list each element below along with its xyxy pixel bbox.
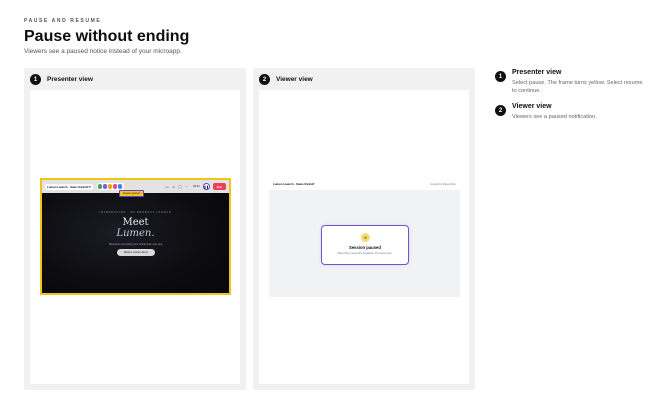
page-subtitle: Viewers see a paused notice instead of y…	[24, 48, 182, 55]
session-title-dropdown[interactable]: Lumen Launch · Sales Kickoff ▾	[45, 183, 93, 190]
book-demo-button[interactable]: Book a Lumen demo	[117, 249, 155, 256]
participant-avatars[interactable]	[96, 183, 124, 190]
presenter-canvas: Lumen Launch · Sales Kickoff ▾ ▭ ☺ ▢ ⋯ 0…	[30, 90, 240, 384]
presenter-screen: Lumen Launch · Sales Kickoff ▾ ▭ ☺ ▢ ⋯ 0…	[40, 178, 231, 295]
avatar	[102, 184, 108, 189]
step-item: 1 Presenter view Select pause. The frame…	[495, 69, 645, 95]
avatar	[117, 184, 123, 189]
paused-notice-subtitle: Maya Chen paused the broadcast. It'll re…	[337, 252, 393, 255]
viewer-panel: 2 Viewer view Lumen Launch · Sales Kicko…	[253, 68, 475, 390]
stage-eyebrow: INTRODUCING · Q3 PRODUCT LAUNCH	[99, 211, 172, 214]
step-number-badge: 1	[495, 71, 506, 82]
presenter-panel: 1 Presenter view Lumen Launch · Sales Ki…	[24, 68, 246, 390]
microapp-stage: INTRODUCING · Q3 PRODUCT LAUNCH Meet Lum…	[42, 193, 229, 293]
people-icon[interactable]: ☺	[172, 185, 176, 189]
step-number-badge: 1	[30, 74, 41, 85]
panel-title: Viewer view	[276, 76, 313, 83]
paused-notice-title: Session paused	[349, 245, 381, 250]
stage-headline-italic: Lumen.	[116, 228, 155, 239]
paused-notice: II Session paused Maya Chen paused the b…	[321, 225, 409, 265]
end-button[interactable]: End	[212, 183, 226, 190]
avatar	[112, 184, 118, 189]
chat-icon[interactable]: ▢	[178, 185, 181, 189]
presenter-panel-header: 1 Presenter view	[30, 74, 93, 85]
viewer-topbar: Lumen Launch · Sales Kickoff Hosted by M…	[269, 178, 460, 190]
pause-button[interactable]: ❚❚	[202, 183, 210, 190]
stage-headline: Meet	[122, 217, 149, 228]
step-item: 2 Viewer view Viewers see a paused notif…	[495, 103, 645, 121]
stage-subline: Research everything your whole team can …	[108, 243, 163, 246]
step-number-badge: 2	[495, 105, 506, 116]
avatar	[97, 184, 103, 189]
viewer-screen: Lumen Launch · Sales Kickoff Hosted by M…	[269, 178, 460, 297]
step-description: Viewers see a paused notification.	[512, 114, 597, 120]
step-description: Select pause. The frame turns yellow. Se…	[512, 80, 643, 94]
viewer-panel-header: 2 Viewer view	[259, 74, 313, 85]
step-number-badge: 2	[259, 74, 270, 85]
page-title: Pause without ending	[24, 28, 190, 45]
session-paused-tag: Session paused	[119, 190, 145, 197]
viewer-host-label: Hosted by Maya Chen	[430, 182, 456, 186]
viewer-canvas: Lumen Launch · Sales Kickoff Hosted by M…	[259, 90, 469, 384]
avatar	[107, 184, 113, 189]
step-title: Viewer view	[512, 103, 552, 110]
eyebrow: PAUSE AND RESUME	[24, 18, 102, 24]
steps-list: 1 Presenter view Select pause. The frame…	[495, 69, 645, 129]
panel-title: Presenter view	[47, 76, 93, 83]
pause-icon: II	[361, 233, 370, 242]
session-timer: 00:42	[193, 185, 200, 188]
step-title: Presenter view	[512, 69, 562, 76]
viewer-session-title: Lumen Launch · Sales Kickoff	[273, 182, 315, 186]
viewer-stage: II Session paused Maya Chen paused the b…	[269, 190, 460, 297]
screen-icon[interactable]: ▭	[166, 185, 169, 189]
more-icon[interactable]: ⋯	[185, 185, 189, 189]
